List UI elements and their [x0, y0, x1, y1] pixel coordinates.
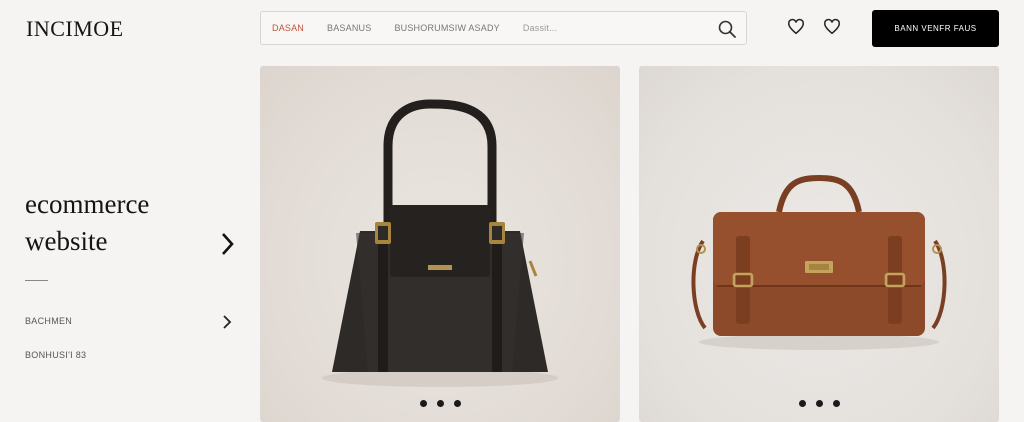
- brand-logo[interactable]: INCIMOE: [26, 16, 124, 42]
- chevron-right-small-icon[interactable]: [221, 314, 233, 330]
- header-cta-button[interactable]: BANN VENFR FAUS: [872, 10, 999, 47]
- search-tab-1[interactable]: DASAN: [272, 23, 304, 33]
- sidebar-link-1[interactable]: BACHMEN: [25, 316, 72, 326]
- hero-title: ecommerce website: [25, 186, 149, 260]
- search-bar[interactable]: DASAN BASANUS BUSHORUMSIW ASADY Dassit..…: [260, 11, 747, 45]
- carousel-dots: [639, 400, 999, 407]
- search-tab-2[interactable]: BASANUS: [327, 23, 371, 33]
- hero-title-line-2: website: [25, 226, 108, 256]
- sidebar-link-2[interactable]: BONHUSI'I 83: [25, 350, 86, 360]
- product-card-brown-satchel[interactable]: [639, 66, 999, 422]
- brown-satchel-bag-image: [691, 174, 947, 350]
- divider: [25, 280, 48, 281]
- search-icon[interactable]: [717, 19, 737, 39]
- carousel-dots: [260, 400, 620, 407]
- heart-icon[interactable]: [823, 18, 841, 36]
- carousel-dot-3[interactable]: [832, 400, 840, 407]
- black-tote-bag-image: [322, 99, 558, 387]
- carousel-dot-2[interactable]: [815, 400, 823, 407]
- search-tab-3[interactable]: BUSHORUMSIW ASADY: [394, 23, 499, 33]
- heart-outline-icon[interactable]: [787, 18, 805, 36]
- carousel-dot-1[interactable]: [798, 400, 806, 407]
- search-input[interactable]: Dassit...: [523, 23, 557, 33]
- hero-title-line-1: ecommerce: [25, 189, 150, 219]
- carousel-dot-3[interactable]: [453, 400, 461, 407]
- product-card-black-tote[interactable]: [260, 66, 620, 422]
- carousel-dot-1[interactable]: [419, 400, 427, 407]
- chevron-right-icon[interactable]: [218, 230, 236, 258]
- carousel-dot-2[interactable]: [436, 400, 444, 407]
